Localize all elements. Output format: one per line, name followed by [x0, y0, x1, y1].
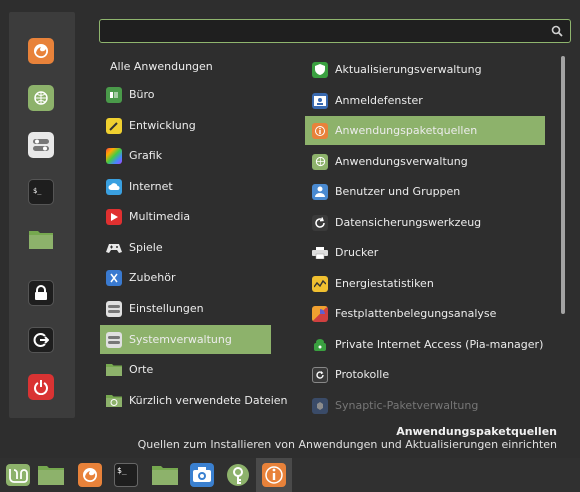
- software-sources-icon[interactable]: [256, 458, 292, 492]
- recent-files-icon: [106, 393, 122, 409]
- app-list-scrollbar[interactable]: [561, 56, 565, 314]
- search-icon[interactable]: [551, 25, 563, 37]
- pia-icon: [312, 337, 328, 353]
- firefox-icon[interactable]: [72, 458, 108, 492]
- files-icon[interactable]: [147, 458, 183, 492]
- taskbar: $_: [0, 458, 580, 492]
- power-stats-icon: [312, 275, 328, 292]
- app-drucker[interactable]: Drucker: [305, 238, 545, 267]
- description-title: Anwendungspaketquellen: [396, 425, 557, 438]
- login-window-icon: [312, 92, 328, 109]
- software-manager-icon: [312, 153, 328, 170]
- category-einstellungen[interactable]: Einstellungen: [100, 294, 271, 323]
- category-label: Orte: [129, 363, 154, 376]
- app-label: Festplattenbelegungsanalyse: [335, 307, 497, 320]
- multimedia-icon: [106, 208, 122, 225]
- category-label: Büro: [129, 88, 155, 101]
- category-grafik[interactable]: Grafik: [100, 141, 271, 170]
- app-label: Anmeldefenster: [335, 94, 423, 107]
- description-text: Quellen zum Installieren von Anwendungen…: [137, 438, 557, 451]
- mint-menu-icon[interactable]: [0, 458, 36, 492]
- app-anmeldefenster[interactable]: Anmeldefenster: [305, 86, 545, 115]
- shutdown-icon[interactable]: [28, 374, 54, 400]
- category-label: Grafik: [129, 149, 163, 162]
- app-private-internet-access[interactable]: Private Internet Access (Pia-manager): [305, 330, 545, 359]
- app-synaptic-paketverwaltung[interactable]: Synaptic-Paketverwaltung: [305, 391, 545, 420]
- category-label: Internet: [129, 180, 173, 193]
- show-desktop-icon[interactable]: [33, 458, 69, 492]
- accessories-icon: [106, 269, 122, 286]
- software-manager-icon[interactable]: [28, 85, 54, 111]
- printer-icon: [312, 245, 328, 261]
- app-label: Anwendungsverwaltung: [335, 155, 468, 168]
- update-shield-icon: [312, 61, 328, 78]
- graphics-icon: [106, 147, 122, 164]
- app-label: Anwendungspaketquellen: [335, 124, 478, 137]
- category-spiele[interactable]: Spiele: [100, 233, 271, 262]
- administration-icon: [106, 331, 122, 348]
- category-label: Kürzlich verwendete Dateien: [129, 394, 288, 407]
- firefox-icon[interactable]: [28, 38, 54, 64]
- synaptic-icon: [312, 397, 328, 414]
- category-label: Entwicklung: [129, 119, 196, 132]
- svg-text:$_: $_: [33, 187, 42, 195]
- keyring-icon[interactable]: [220, 458, 256, 492]
- app-label: Protokolle: [335, 368, 390, 381]
- games-icon: [106, 240, 122, 256]
- app-datensicherungswerkzeug[interactable]: Datensicherungswerkzeug: [305, 208, 545, 237]
- terminal-icon[interactable]: $_: [108, 458, 144, 492]
- search-box: [99, 19, 571, 43]
- category-buero[interactable]: Büro: [100, 80, 271, 109]
- category-entwicklung[interactable]: Entwicklung: [100, 111, 271, 140]
- app-label: Benutzer und Gruppen: [335, 185, 461, 198]
- svg-text:$_: $_: [117, 466, 127, 475]
- backup-icon: [312, 214, 328, 231]
- logs-icon: [312, 366, 328, 383]
- app-label: Synaptic-Paketverwaltung: [335, 399, 479, 412]
- application-menu: $_ Alle Anwendungen Büro Entwicklung Gra…: [0, 0, 580, 458]
- app-label: Private Internet Access (Pia-manager): [335, 338, 544, 351]
- app-festplattenbelegungsanalyse[interactable]: Festplattenbelegungsanalyse: [305, 299, 545, 328]
- category-label: Einstellungen: [129, 302, 204, 315]
- internet-icon: [106, 178, 122, 195]
- app-aktualisierungsverwaltung[interactable]: Aktualisierungsverwaltung: [305, 55, 545, 84]
- category-orte[interactable]: Orte: [100, 355, 271, 384]
- places-icon: [106, 362, 122, 378]
- app-label: Drucker: [335, 246, 379, 259]
- app-benutzer-und-gruppen[interactable]: Benutzer und Gruppen: [305, 177, 545, 206]
- search-input[interactable]: [106, 22, 546, 40]
- app-label: Aktualisierungsverwaltung: [335, 63, 482, 76]
- category-multimedia[interactable]: Multimedia: [100, 202, 271, 231]
- category-internet[interactable]: Internet: [100, 172, 271, 201]
- app-label: Datensicherungswerkzeug: [335, 216, 482, 229]
- category-kuerzlich[interactable]: Kürzlich verwendete Dateien: [100, 386, 288, 415]
- terminal-icon[interactable]: $_: [28, 179, 54, 205]
- office-icon: [106, 86, 122, 103]
- preferences-icon: [106, 300, 122, 317]
- lock-screen-icon[interactable]: [28, 280, 54, 306]
- app-anwendungsverwaltung[interactable]: Anwendungsverwaltung: [305, 147, 545, 176]
- users-icon: [312, 183, 328, 200]
- app-energiestatistiken[interactable]: Energiestatistiken: [305, 269, 545, 298]
- category-label: Multimedia: [129, 210, 191, 223]
- info-icon: [312, 122, 328, 139]
- category-zubehoer[interactable]: Zubehör: [100, 263, 271, 292]
- development-icon: [106, 117, 122, 134]
- logout-icon[interactable]: [28, 327, 54, 353]
- files-icon[interactable]: [28, 226, 54, 252]
- category-label: Systemverwaltung: [129, 333, 232, 346]
- category-systemverwaltung[interactable]: Systemverwaltung: [100, 325, 271, 354]
- app-protokolle[interactable]: Protokolle: [305, 360, 545, 389]
- favorites-sidebar: $_: [9, 12, 75, 418]
- app-anwendungspaketquellen[interactable]: Anwendungspaketquellen: [305, 116, 545, 145]
- screenshot-icon[interactable]: [184, 458, 220, 492]
- system-settings-icon[interactable]: [28, 132, 54, 158]
- category-label: Spiele: [129, 241, 163, 254]
- all-applications-heading[interactable]: Alle Anwendungen: [110, 60, 213, 73]
- app-label: Energiestatistiken: [335, 277, 434, 290]
- category-label: Zubehör: [129, 271, 176, 284]
- disk-usage-icon: [312, 305, 328, 322]
